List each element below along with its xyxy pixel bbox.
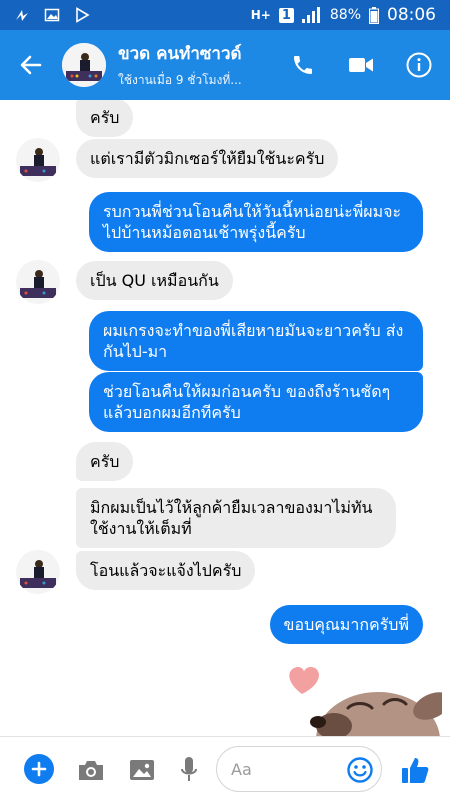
incoming-message[interactable]: โอนแล้วจะแจ้งไปครับ <box>76 551 256 590</box>
contact-info[interactable]: ขวด คนทำซาวด์ ใช้งานเมื่อ 9 ชั่วโมงที่..… <box>118 40 242 90</box>
dog-heart-sticker[interactable] <box>282 648 442 736</box>
outgoing-message[interactable]: ขอบคุณมากครับพี่ <box>269 605 423 644</box>
battery-icon <box>369 6 379 24</box>
gallery-button[interactable] <box>127 755 157 785</box>
outgoing-message[interactable]: ช่วยโอนคืนให้ผมก่อนครับ ของถึงร้านชัดๆ แ… <box>89 372 423 432</box>
camera-button[interactable] <box>76 755 106 785</box>
voice-message-button[interactable] <box>176 755 202 785</box>
incoming-message[interactable]: ครับ <box>76 442 134 481</box>
microphone-icon <box>181 757 197 781</box>
incoming-message[interactable]: แต่เรามีตัวมิกเซอร์ให้ยืมใช้นะครับ <box>76 139 339 178</box>
clock: 08:06 <box>387 5 436 25</box>
video-call-button[interactable] <box>346 50 376 80</box>
incoming-message[interactable]: มิกผมเป็นไว้ให้ลูกค้ายืมเวลาของมาไม่ทัน … <box>76 488 396 548</box>
more-actions-button[interactable] <box>24 753 54 784</box>
signal-icon <box>301 7 320 23</box>
message-composer <box>0 736 450 800</box>
camera-icon <box>79 761 103 780</box>
status-bar: H+ 1 88% 08:06 <box>0 0 450 30</box>
back-arrow-icon <box>20 55 42 75</box>
incoming-message[interactable]: ครับ <box>76 100 134 137</box>
message-input[interactable] <box>231 759 331 779</box>
gallery-notification-icon <box>44 8 60 22</box>
gallery-icon <box>130 760 154 780</box>
outgoing-message[interactable]: รบกวนพี่ช่วนโอนคืนให้วันนี้หน่อยน่ะพี่ผม… <box>89 192 423 252</box>
phone-icon <box>294 56 312 74</box>
contact-last-active: ใช้งานเมื่อ 9 ชั่วโมงที่... <box>118 73 242 87</box>
thumbs-up-icon <box>402 758 429 783</box>
message-list[interactable]: ครับ แต่เรามีตัวมิกเซอร์ให้ยืมใช้นะครับ … <box>0 100 450 736</box>
voice-call-button[interactable] <box>288 50 318 80</box>
contact-photo <box>62 43 106 87</box>
network-type: H+ <box>250 8 271 22</box>
contact-avatar[interactable] <box>62 43 106 87</box>
battery-percent: 88% <box>329 7 361 23</box>
message-input-box <box>216 746 382 792</box>
like-button[interactable] <box>398 753 432 787</box>
incoming-message[interactable]: เป็น QU เหมือนกัน <box>76 261 233 300</box>
info-icon <box>406 52 432 78</box>
conversation-header: ขวด คนทำซาวด์ ใช้งานเมื่อ 9 ชั่วโมงที่..… <box>0 30 450 100</box>
contact-avatar-small <box>16 550 60 594</box>
conversation-info-button[interactable] <box>404 50 434 80</box>
play-store-notification-icon <box>76 7 90 23</box>
back-button[interactable] <box>0 30 62 100</box>
outgoing-message[interactable]: ผมเกรงจะทำของพี่เสียหายมันจะยาวครับ ส่งก… <box>89 311 423 371</box>
plus-icon <box>31 761 47 776</box>
sim-badge: 1 <box>278 7 294 23</box>
video-camera-icon <box>349 58 373 72</box>
contact-name: ขวด คนทำซาวด์ <box>118 44 242 64</box>
emoji-icon <box>347 757 373 783</box>
contact-avatar-small <box>16 260 60 304</box>
messenger-notification-icon <box>16 10 28 21</box>
emoji-button[interactable] <box>347 757 373 783</box>
contact-avatar-small <box>16 138 60 182</box>
